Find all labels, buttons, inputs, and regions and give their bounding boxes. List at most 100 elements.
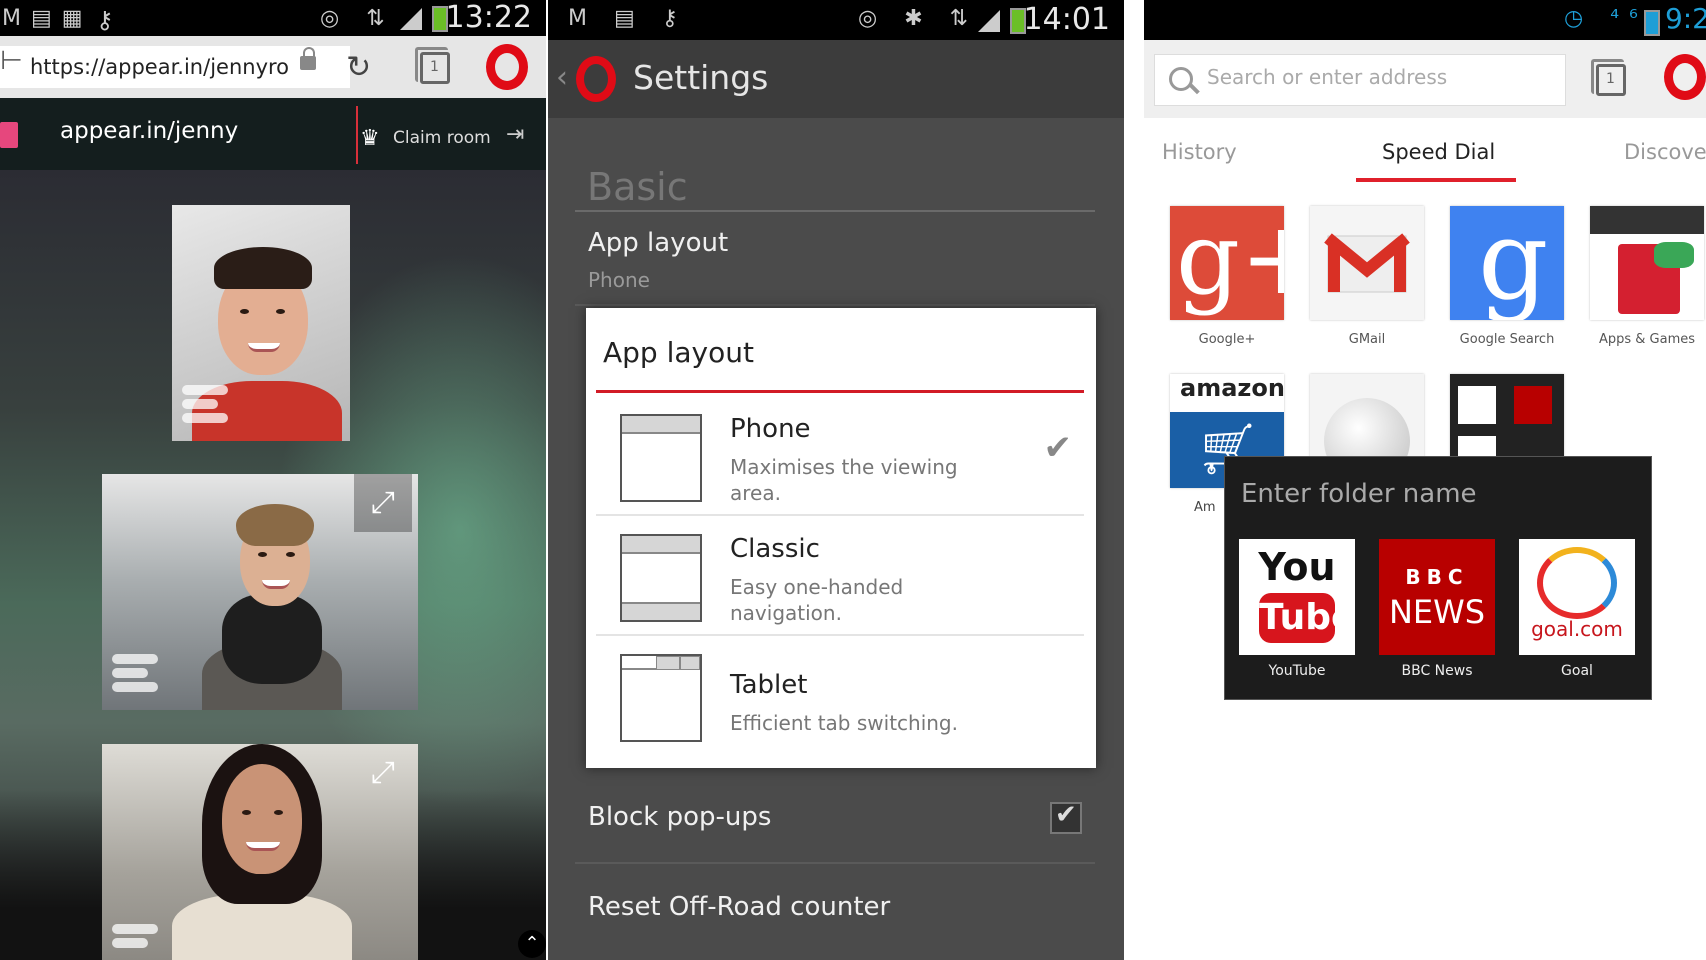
reset-offroad-setting[interactable]: Reset Off-Road counter [588,892,890,922]
room-tag-icon [0,122,18,148]
layout-option-classic[interactable]: Classic Easy one-handed navigation. [596,520,1084,640]
block-popups-setting[interactable]: Block pop-ups [588,802,771,832]
back-chevron-icon[interactable]: ‹ [556,60,568,95]
search-icon [1169,67,1193,91]
status-bar: ◷ ⁴⁶ 9:2 [1144,0,1706,40]
eye [242,810,251,815]
option-description: Easy one-handed navigation. [730,575,904,625]
bbc-logo-bottom: NEWS [1388,593,1486,631]
tabs-icon[interactable]: 1 [1591,59,1626,96]
claim-room-button[interactable]: Claim room [393,128,491,148]
layout-option-tablet[interactable]: Tablet Efficient tab switching. [596,640,1084,760]
speed-dial-google-search[interactable]: g [1450,206,1564,320]
dialog-title: App layout [603,336,754,369]
option-description: Efficient tab switching. [730,711,958,735]
url-field[interactable]: https://appear.in/jennyro [0,46,350,88]
opera-menu-icon[interactable] [486,44,528,90]
crown-icon[interactable]: ♛ [360,126,380,151]
active-tab-indicator [1356,178,1516,182]
folder-thumb-youtube [1458,386,1496,424]
video-tile[interactable]: ⤢ [102,474,418,710]
video-tile[interactable] [172,205,350,441]
gmail-logo-icon [1324,233,1410,293]
signal-icon [400,8,422,30]
folder-item-goal[interactable]: goal.com [1519,539,1635,655]
panel-speed-dial: ◷ ⁴⁶ 9:2 Search or enter address 1 Histo… [1144,0,1706,960]
app-layout-setting[interactable]: App layout [588,228,728,258]
expand-icon[interactable]: ⤢ [354,474,412,532]
folder-item-youtube[interactable]: You Tube [1239,539,1355,655]
divider [575,304,1095,306]
tab-discover[interactable]: Discove [1624,140,1706,164]
search-input[interactable]: Search or enter address [1154,54,1566,106]
speed-dial-label: Google+ [1198,332,1256,347]
page-title: Settings [633,58,769,97]
scroll-up-icon[interactable]: ⌃ [518,930,546,958]
speed-dial-apps-games[interactable] [1590,206,1704,320]
eye [240,309,249,314]
opera-logo-icon[interactable] [576,56,616,102]
tab-history[interactable]: History [1162,140,1237,164]
option-name: Phone [730,414,811,444]
opera-menu-icon[interactable] [1664,54,1706,100]
mouth [246,842,280,851]
option-description: Maximises the viewing area. [730,455,958,505]
folder-popup: Enter folder name You Tube YouTube BBC N… [1224,456,1652,700]
phone-layout-icon [620,414,702,502]
mute-controls-icon[interactable] [182,385,230,431]
mute-controls-icon[interactable] [112,924,160,960]
eye [276,309,285,314]
status-icons: ◷ ⁴⁶ [1564,6,1648,31]
status-time: 13:22 [445,0,532,35]
app-layout-dialog: App layout Phone Maximises the viewing a… [586,308,1096,768]
leave-room-icon[interactable]: ⇥ [506,122,524,147]
status-icons-left: M ▤ ⚷ [568,6,688,31]
chair [222,594,322,684]
status-bar: M ▤ ⚷ ◎ ✱ ⇅ 14:01 [548,0,1124,40]
folder-item-label: BBC News [1401,663,1473,679]
option-name: Tablet [730,670,808,700]
speed-dial-label: GMail [1348,332,1386,347]
mouth [248,343,280,352]
section-header: Basic [587,165,688,209]
eye [258,552,267,557]
selected-check-icon: ✔ [1043,428,1073,468]
url-bar: https://appear.in/jennyro ⊢ ↻ 1 [0,36,546,98]
app-icons-graphic [1654,242,1694,268]
room-divider [356,106,358,164]
tabs-icon[interactable]: 1 [415,47,450,84]
speed-dial-gmail[interactable] [1310,206,1424,320]
status-icons-right: ◎ ✱ ⇅ [858,6,979,31]
back-icon[interactable]: ⊢ [0,46,23,76]
tablet-layout-icon [620,654,702,742]
folder-item-label: YouTube [1268,663,1326,679]
panel-appear-in: M▤▦ ⚷ ◎ ⇅ 13:22 https://appear.in/jennyr… [0,0,546,960]
block-popups-checkbox[interactable] [1050,800,1082,834]
classic-layout-icon [620,534,702,622]
store-header-bar [1590,206,1704,234]
option-divider [596,514,1084,516]
goal-logo-text: goal.com [1531,617,1623,641]
google-plus-logo-icon: g+ [1176,206,1284,317]
youtube-logo-top: You [1258,545,1336,589]
panel-settings: M ▤ ⚷ ◎ ✱ ⇅ 14:01 ‹ Settings Basic App l… [548,0,1124,960]
status-icons-right: ◎ ⇅ [320,6,395,31]
reload-icon[interactable]: ↻ [346,50,371,85]
signal-icon [978,10,1000,32]
speed-dial-google-plus[interactable]: g+ [1170,206,1284,320]
folder-item-bbc-news[interactable]: BBC NEWS [1379,539,1495,655]
divider [575,862,1095,864]
folder-name-input[interactable]: Enter folder name [1241,479,1477,509]
tab-speed-dial[interactable]: Speed Dial [1382,140,1495,164]
layout-option-phone[interactable]: Phone Maximises the viewing area. ✔ [596,400,1084,520]
status-time: 9:2 [1664,2,1706,35]
expand-icon[interactable]: ⤢ [354,744,412,802]
video-tile[interactable]: ⤢ [102,744,418,960]
google-g-logo-icon: g [1478,206,1549,320]
room-bar: appear.in/jenny ♛ Claim room ⇥ [0,98,546,170]
section-divider [575,210,1095,212]
mute-controls-icon[interactable] [112,654,160,700]
room-name: appear.in/jenny [60,118,239,144]
lock-icon [300,47,316,70]
settings-action-bar: ‹ Settings [548,40,1124,118]
